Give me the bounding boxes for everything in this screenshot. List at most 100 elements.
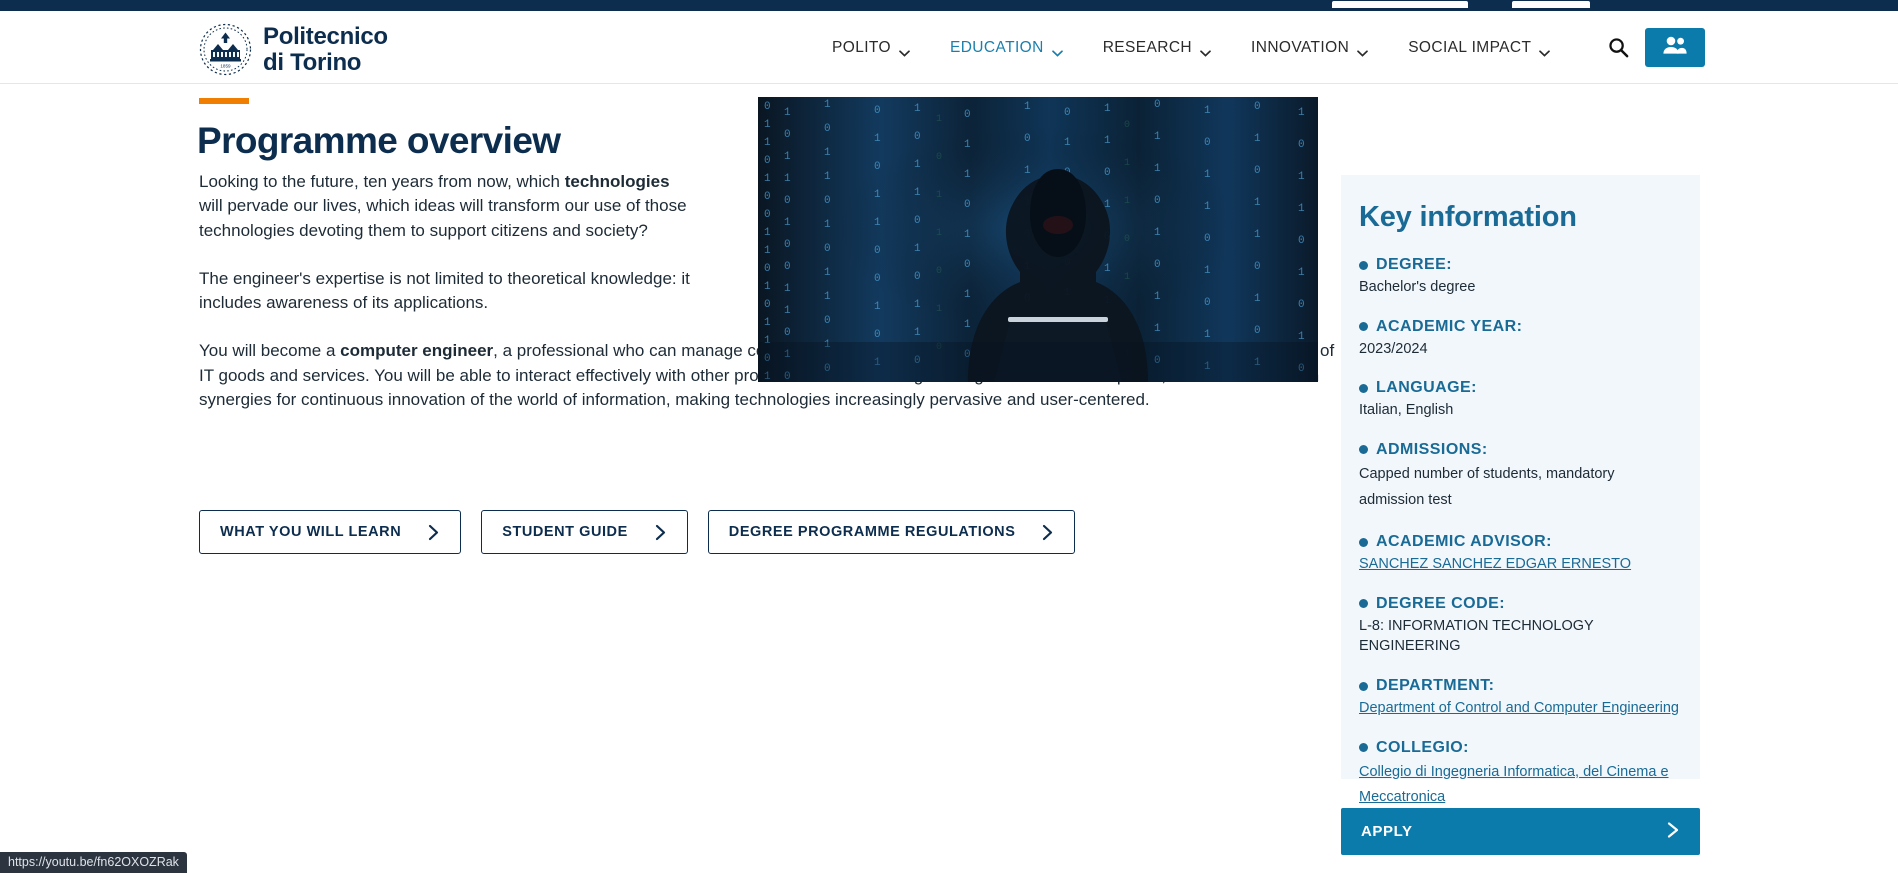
- key-info-label: DEGREE:: [1359, 256, 1682, 274]
- bullet-dot-icon: [1359, 743, 1368, 753]
- svg-text:0: 0: [784, 327, 791, 339]
- svg-text:1: 1: [824, 99, 831, 111]
- page-title: Programme overview: [197, 120, 561, 161]
- nav-item-innovation[interactable]: INNOVATION: [1231, 11, 1388, 84]
- key-info-label-text: ACADEMIC YEAR:: [1376, 317, 1523, 335]
- key-info-value: Collegio di Ingegneria Informatica, del …: [1359, 760, 1682, 812]
- svg-text:1: 1: [1254, 229, 1261, 241]
- svg-text:1: 1: [1298, 171, 1305, 183]
- svg-text:1: 1: [1204, 201, 1211, 213]
- svg-text:0: 0: [1254, 101, 1261, 113]
- browser-top-strip: [0, 0, 1898, 9]
- svg-text:0: 0: [784, 195, 791, 207]
- key-info-value: Department of Control and Computer Engin…: [1359, 698, 1682, 719]
- nav-item-social-impact[interactable]: SOCIAL IMPACT: [1388, 11, 1570, 84]
- svg-text:1: 1: [824, 219, 831, 231]
- key-info-item-language: LANGUAGE: Italian, English: [1359, 379, 1682, 421]
- svg-text:0: 0: [1298, 139, 1305, 151]
- browser-status-url: https://youtu.be/fn62OXOZRak: [0, 852, 187, 873]
- svg-text:0: 0: [1298, 299, 1305, 311]
- svg-text:1: 1: [874, 217, 881, 229]
- svg-text:1: 1: [1298, 267, 1305, 279]
- action-button-row: WHAT YOU WILL LEARN STUDENT GUIDE DEGREE…: [199, 510, 1076, 554]
- svg-text:1: 1: [764, 119, 771, 131]
- svg-text:1: 1: [1154, 227, 1161, 239]
- degree-programme-regulations-button[interactable]: DEGREE PROGRAMME REGULATIONS: [707, 510, 1076, 554]
- svg-text:1: 1: [1154, 323, 1161, 335]
- bullet-dot-icon: [1359, 260, 1368, 270]
- nav-item-research[interactable]: RESEARCH: [1083, 11, 1231, 84]
- svg-text:0: 0: [824, 195, 831, 207]
- svg-text:1: 1: [914, 327, 921, 339]
- svg-text:1: 1: [1254, 197, 1261, 209]
- svg-text:0: 0: [1104, 167, 1111, 179]
- search-icon[interactable]: [1604, 34, 1632, 62]
- svg-text:0: 0: [764, 263, 771, 275]
- chevron-down-icon: [899, 44, 910, 57]
- key-info-label: DEPARTMENT:: [1359, 677, 1682, 695]
- nav-item-education[interactable]: EDUCATION: [930, 11, 1083, 84]
- what-you-will-learn-button[interactable]: WHAT YOU WILL LEARN: [199, 510, 462, 554]
- key-info-label: COLLEGIO:: [1359, 739, 1682, 757]
- student-guide-button[interactable]: STUDENT GUIDE: [481, 510, 688, 554]
- svg-text:1: 1: [1254, 293, 1261, 305]
- logo-line-2: di Torino: [263, 48, 362, 76]
- key-info-label-text: DEPARTMENT:: [1376, 677, 1495, 695]
- key-info-label: ACADEMIC YEAR:: [1359, 318, 1682, 336]
- svg-text:1: 1: [874, 189, 881, 201]
- key-info-label-text: DEGREE:: [1376, 256, 1453, 273]
- svg-text:0: 0: [1204, 137, 1211, 149]
- svg-text:0: 0: [914, 215, 921, 227]
- svg-text:1: 1: [1204, 105, 1211, 117]
- svg-text:1: 1: [964, 289, 971, 301]
- svg-text:0: 0: [824, 243, 831, 255]
- svg-text:0: 0: [1154, 259, 1161, 271]
- svg-text:1: 1: [936, 304, 942, 315]
- svg-text:1: 1: [1154, 291, 1161, 303]
- apply-button-label: APPLY: [1361, 823, 1413, 840]
- svg-text:1: 1: [764, 245, 771, 257]
- key-info-label-text: DEGREE CODE:: [1376, 594, 1505, 612]
- svg-text:1: 1: [914, 243, 921, 255]
- svg-text:0: 0: [874, 273, 881, 285]
- chevron-right-icon: [654, 524, 667, 541]
- user-account-button[interactable]: [1645, 28, 1705, 67]
- crest-year-text: 1859: [220, 64, 231, 69]
- collegio-link[interactable]: Collegio di Ingegneria Informatica, del …: [1359, 764, 1669, 806]
- browser-tab-ghost-2[interactable]: [1512, 1, 1590, 8]
- site-logo[interactable]: 1859 Politecnico di Torino: [199, 23, 388, 76]
- svg-text:1: 1: [764, 173, 771, 185]
- browser-tab-ghost-1[interactable]: [1332, 1, 1468, 8]
- svg-text:0: 0: [1124, 120, 1130, 131]
- svg-text:1: 1: [764, 281, 771, 293]
- svg-text:1: 1: [914, 159, 921, 171]
- svg-text:0: 0: [1154, 195, 1161, 207]
- button-label: STUDENT GUIDE: [502, 524, 628, 540]
- intro-run-bold: technologies: [564, 172, 670, 191]
- intro-run: will pervade our lives, which ideas will…: [199, 196, 687, 240]
- svg-text:1: 1: [784, 283, 791, 295]
- academic-advisor-link[interactable]: SANCHEZ SANCHEZ EDGAR ERNESTO: [1359, 556, 1631, 572]
- svg-text:1: 1: [1298, 203, 1305, 215]
- svg-text:0: 0: [764, 209, 771, 221]
- key-info-label: LANGUAGE:: [1359, 379, 1682, 397]
- nav-label: RESEARCH: [1102, 38, 1193, 56]
- chevron-right-icon: [1041, 524, 1054, 541]
- svg-text:1: 1: [914, 187, 921, 199]
- svg-text:0: 0: [1154, 99, 1161, 111]
- svg-text:1: 1: [1298, 107, 1305, 119]
- logo-line-1: Politecnico: [263, 23, 388, 51]
- key-info-label-text: ADMISSIONS:: [1376, 440, 1488, 458]
- svg-text:1: 1: [964, 169, 971, 181]
- svg-text:0: 0: [1254, 261, 1261, 273]
- bullet-dot-icon: [1359, 537, 1368, 547]
- nav-item-polito[interactable]: POLITO: [812, 11, 930, 84]
- bullet-dot-icon: [1359, 681, 1368, 691]
- svg-text:1: 1: [784, 151, 791, 163]
- department-link[interactable]: Department of Control and Computer Engin…: [1359, 700, 1679, 716]
- chevron-down-icon: [1357, 44, 1369, 57]
- key-info-item-admissions: ADMISSIONS: Capped number of students, m…: [1359, 441, 1682, 514]
- apply-button[interactable]: APPLY: [1341, 808, 1700, 855]
- nav-label: POLITO: [832, 38, 891, 56]
- svg-text:0: 0: [764, 155, 771, 167]
